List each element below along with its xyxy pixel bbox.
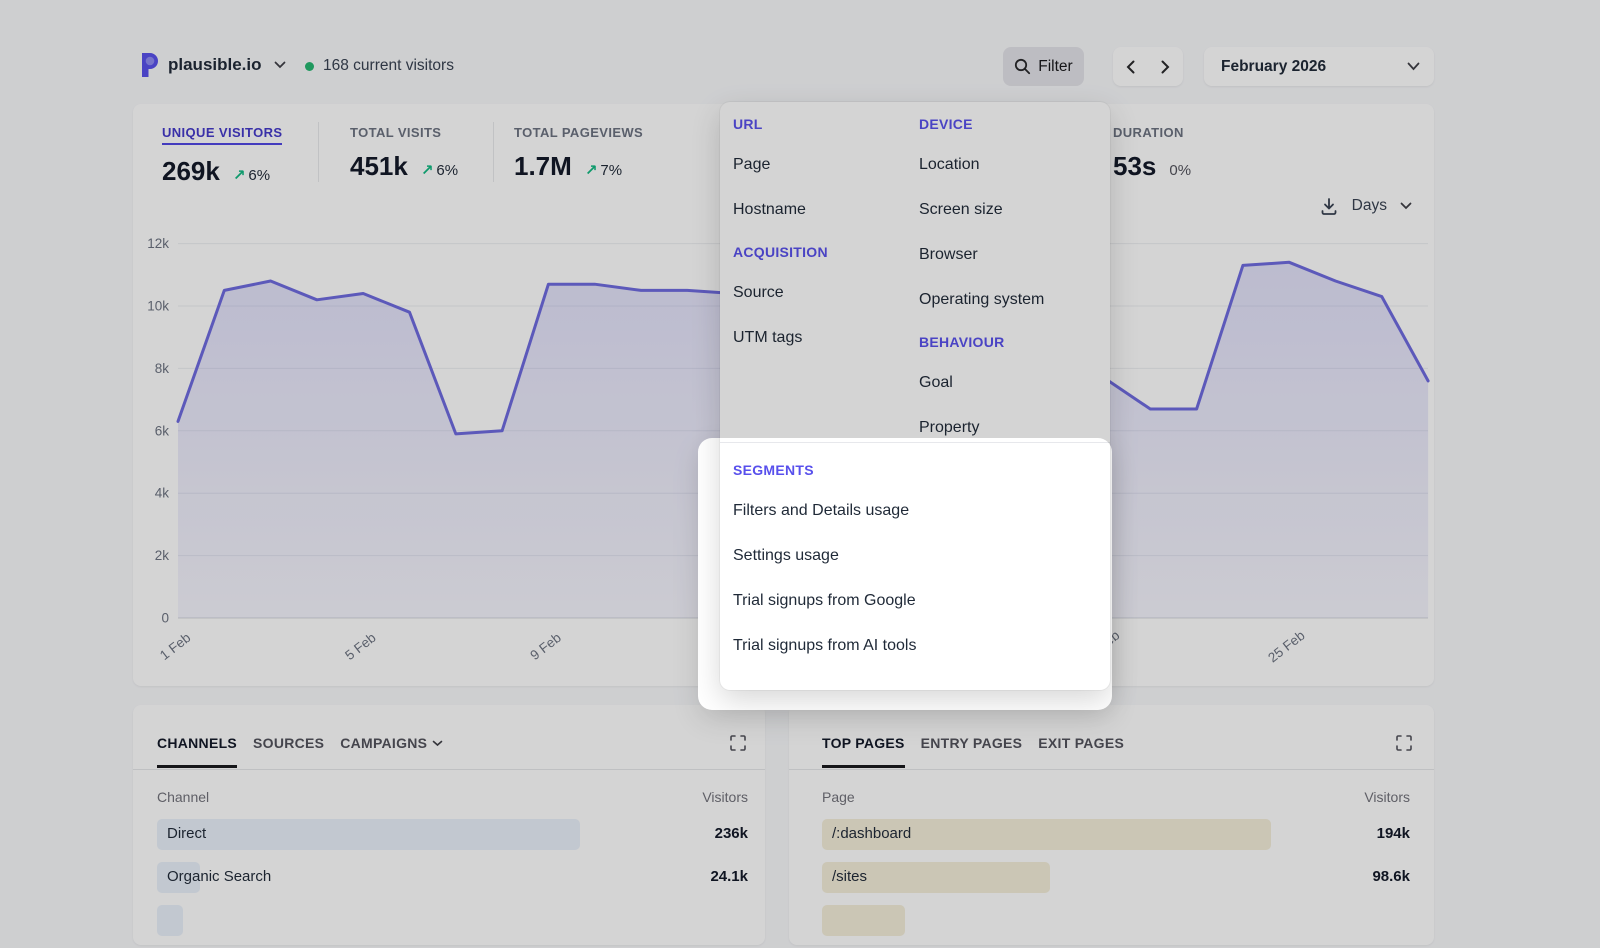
search-icon	[1014, 58, 1031, 75]
pages-tabs: TOP PAGES ENTRY PAGES EXIT PAGES	[789, 705, 1434, 751]
segments-section-title: SEGMENTS	[733, 462, 1110, 479]
date-range-picker[interactable]: February 2026	[1204, 47, 1434, 86]
column-header-page: Page	[822, 789, 855, 805]
filter-item-hostname[interactable]: Hostname	[733, 200, 919, 220]
live-dot-icon	[305, 62, 314, 71]
y-tick-label: 0	[161, 611, 169, 626]
filter-menu-right-column: DEVICE Location Screen size Browser Operatin…	[919, 116, 1110, 438]
chart-y-axis-labels: 0 2k 4k 6k 8k 10k 12k	[147, 236, 169, 625]
y-tick-label: 10k	[147, 299, 169, 314]
table-row-direct[interactable]: Direct 236k	[157, 819, 748, 850]
segment-item-trial-signups-from-ai-tools[interactable]: Trial signups from AI tools	[733, 636, 1110, 656]
row-bar	[157, 905, 183, 936]
tab-exit-pages[interactable]: EXIT PAGES	[1038, 735, 1124, 751]
y-tick-label: 2k	[155, 548, 170, 563]
row-bar	[822, 905, 905, 936]
column-header-channel: Channel	[157, 789, 209, 805]
filter-item-utm-tags[interactable]: UTM tags	[733, 328, 919, 348]
y-tick-label: 6k	[155, 423, 170, 438]
segment-item-trial-signups-from-google[interactable]: Trial signups from Google	[733, 591, 1110, 611]
filter-item-property[interactable]: Property	[919, 418, 1110, 438]
row-value: 98.6k	[1372, 868, 1410, 885]
filter-item-location[interactable]: Location	[919, 155, 1110, 175]
row-label: Organic Search	[167, 868, 271, 885]
date-nav	[1113, 47, 1183, 86]
channels-table: Direct 236k Organic Search 24.1k	[157, 819, 748, 948]
filter-section-title-url: URL	[733, 116, 919, 133]
header: plausible.io 168 current visitors Filter…	[133, 44, 1434, 90]
chevron-down-icon	[1407, 62, 1420, 71]
column-header-visitors: Visitors	[1364, 789, 1410, 805]
row-label: Direct	[167, 825, 206, 842]
filter-section-title-device: DEVICE	[919, 116, 1110, 133]
y-tick-label: 12k	[147, 236, 169, 251]
chevron-down-icon	[432, 740, 443, 747]
current-visitors-label: 168 current visitors	[323, 57, 454, 75]
column-header-visitors: Visitors	[702, 789, 748, 805]
channels-tabs: CHANNELS SOURCES CAMPAIGNS	[133, 705, 765, 751]
pages-table: /:dashboard 194k/sites 98.6k	[822, 819, 1410, 948]
tab-entry-pages[interactable]: ENTRY PAGES	[921, 735, 1023, 751]
chevron-right-icon	[1161, 60, 1170, 74]
row-label: /:dashboard	[832, 825, 911, 842]
y-tick-label: 8k	[155, 361, 170, 376]
tab-channels[interactable]: CHANNELS	[157, 735, 237, 751]
filter-item-page[interactable]: Page	[733, 155, 919, 175]
table-row-sites[interactable]: /sites 98.6k	[822, 862, 1410, 893]
filter-item-screen-size[interactable]: Screen size	[919, 200, 1110, 220]
filter-item-source[interactable]: Source	[733, 283, 919, 303]
row-value: 236k	[715, 825, 748, 842]
site-name: plausible.io	[168, 55, 262, 75]
row-label: /sites	[832, 868, 867, 885]
filter-section-title-behaviour: BEHAVIOUR	[919, 334, 1110, 351]
y-tick-label: 4k	[155, 486, 170, 501]
x-tick-label: 1 Feb	[157, 630, 193, 663]
tab-top-pages[interactable]: TOP PAGES	[822, 735, 905, 751]
tab-campaigns[interactable]: CAMPAIGNS	[340, 735, 443, 751]
x-tick-label: 5 Feb	[342, 630, 378, 663]
expand-icon[interactable]	[1396, 735, 1412, 751]
filter-section-title-acquisition: ACQUISITION	[733, 244, 919, 261]
site-switcher[interactable]: plausible.io	[140, 52, 286, 78]
table-row-dashboard[interactable]: /:dashboard 194k	[822, 819, 1410, 850]
x-tick-label: 25 Feb	[1265, 628, 1307, 666]
table-row-organic-search[interactable]: Organic Search 24.1k	[157, 862, 748, 893]
filter-item-goal[interactable]: Goal	[919, 373, 1110, 393]
table-row-partial[interactable]	[157, 905, 748, 936]
tab-sources[interactable]: SOURCES	[253, 735, 324, 751]
row-value: 24.1k	[710, 868, 748, 885]
next-period-button[interactable]	[1148, 47, 1183, 86]
segment-item-filters-and-details-usage[interactable]: Filters and Details usage	[733, 501, 1110, 521]
filter-button-label: Filter	[1038, 58, 1072, 76]
filter-dropdown-menu: URL Page Hostname ACQUISITION Source UTM tags…	[720, 102, 1110, 690]
current-visitors[interactable]: 168 current visitors	[305, 57, 454, 75]
pages-card: TOP PAGES ENTRY PAGES EXIT PAGES Page Vi…	[789, 705, 1434, 945]
plausible-logo-icon	[140, 52, 160, 78]
channels-card: CHANNELS SOURCES CAMPAIGNS Channel Visit…	[133, 705, 765, 945]
filter-menu-left-column: URL Page Hostname ACQUISITION Source UTM tags	[733, 116, 919, 438]
row-bar	[157, 819, 580, 850]
prev-period-button[interactable]	[1113, 47, 1148, 86]
tabs-divider	[133, 769, 765, 770]
x-tick-label: 9 Feb	[527, 630, 563, 663]
segment-item-settings-usage[interactable]: Settings usage	[733, 546, 1110, 566]
row-value: 194k	[1377, 825, 1410, 842]
table-row-partial[interactable]	[822, 905, 1410, 936]
tabs-divider	[789, 769, 1434, 770]
filter-item-operating-system[interactable]: Operating system	[919, 290, 1110, 310]
chevron-left-icon	[1126, 60, 1135, 74]
segments-section: SEGMENTS Filters and Details usage Settin…	[720, 443, 1110, 656]
expand-icon[interactable]	[730, 735, 746, 751]
chevron-down-icon	[274, 61, 286, 69]
date-range-label: February 2026	[1221, 58, 1407, 76]
filter-item-browser[interactable]: Browser	[919, 245, 1110, 265]
filter-button[interactable]: Filter	[1003, 47, 1084, 86]
